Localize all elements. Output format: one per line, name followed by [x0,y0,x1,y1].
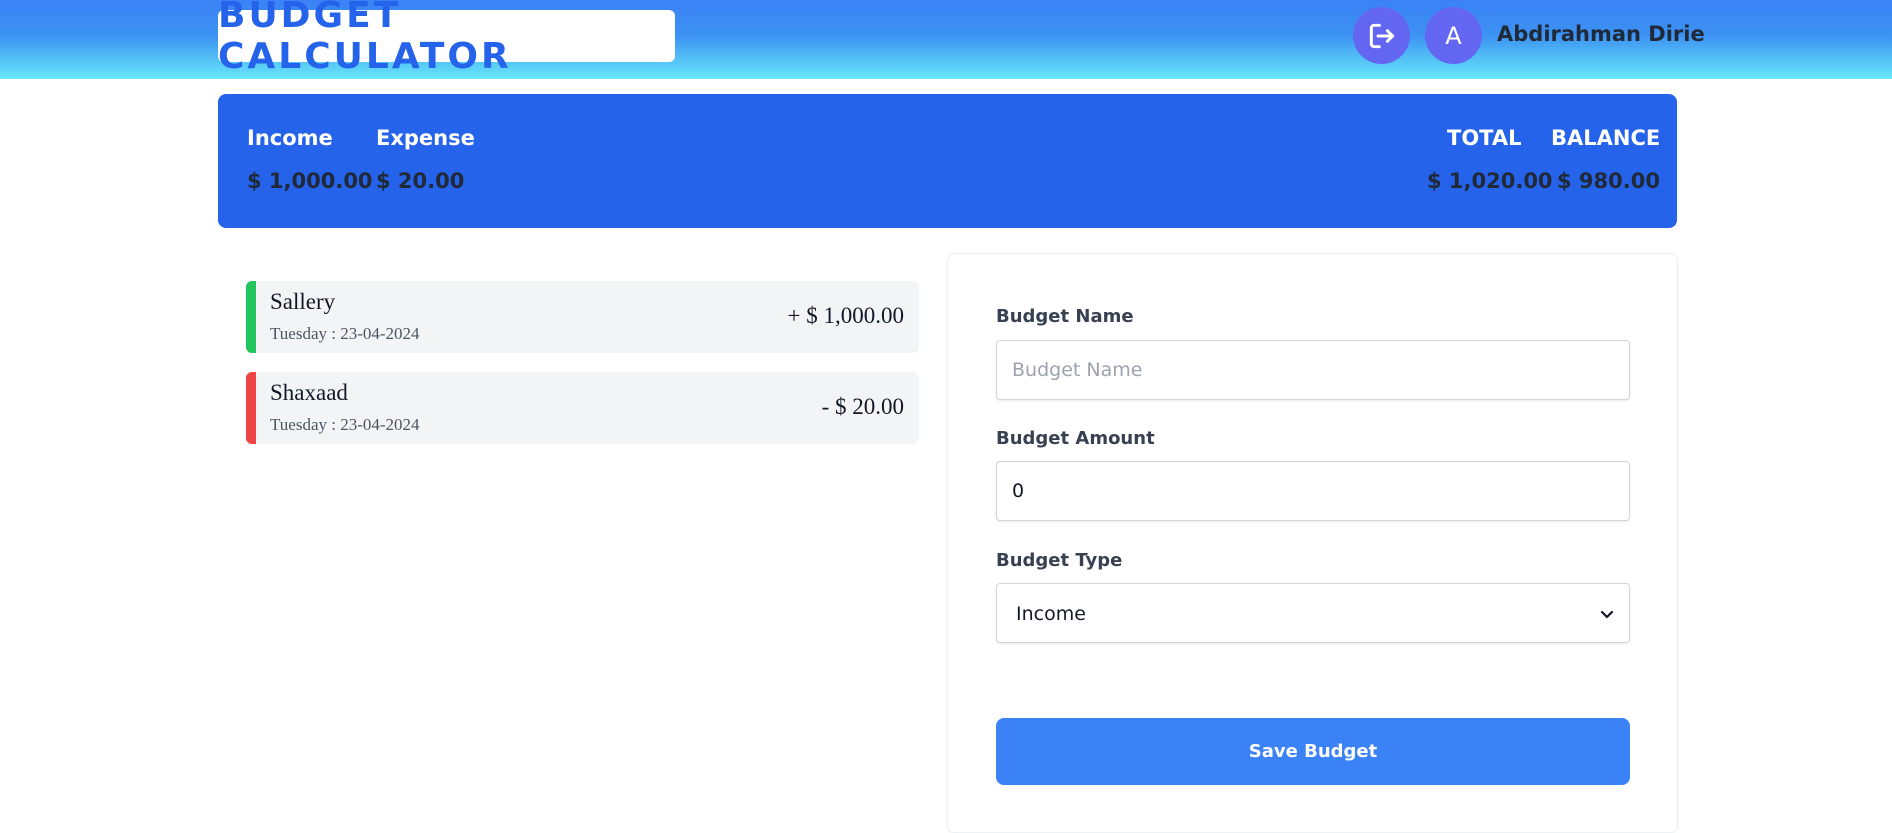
entry-name: Shaxaad [270,380,348,405]
entry-amount: + $ 1,000.00 [787,303,904,328]
top-bar: BUDGET CALCULATOR A Abdirahman Dirie [0,0,1892,79]
income-indicator [246,281,256,353]
logout-icon [1369,23,1394,48]
logo-text: BUDGET CALCULATOR [218,0,512,77]
budget-name-label: Budget Name [996,306,1134,327]
balance-value: $ 980.00 [1557,169,1660,193]
budget-form: Budget Name Budget Amount Budget Type In… [947,253,1678,833]
entry-list: Sallery Tuesday : 23-04-2024 + $ 1,000.0… [246,281,919,463]
total-value: $ 1,020.00 [1427,169,1553,193]
budget-amount-label: Budget Amount [996,428,1155,449]
entry-date: Tuesday : 23-04-2024 [270,324,420,343]
balance-label: BALANCE [1551,126,1661,150]
avatar[interactable]: A [1425,7,1482,64]
entry-date: Tuesday : 23-04-2024 [270,415,420,434]
budget-amount-input[interactable] [996,461,1630,521]
list-item[interactable]: Shaxaad Tuesday : 23-04-2024 - $ 20.00 [246,372,919,444]
budget-name-input[interactable] [996,340,1630,400]
budget-type-label: Budget Type [996,550,1123,571]
entry-amount: - $ 20.00 [821,394,904,419]
income-value: $ 1,000.00 [247,169,373,193]
expense-value: $ 20.00 [376,169,465,193]
summary-panel: Income $ 1,000.00 Expense $ 20.00 TOTAL … [218,94,1677,228]
list-item[interactable]: Sallery Tuesday : 23-04-2024 + $ 1,000.0… [246,281,919,353]
logout-button[interactable] [1353,7,1410,64]
chevron-down-icon [1600,610,1614,619]
income-label: Income [247,126,333,150]
expense-indicator [246,372,256,444]
budget-type-select[interactable]: Income [996,583,1630,643]
total-label: TOTAL [1447,126,1522,150]
budget-type-value: Income [1016,603,1086,625]
entry-name: Sallery [270,289,336,314]
save-budget-button[interactable]: Save Budget [996,718,1630,785]
expense-label: Expense [376,126,475,150]
logo: BUDGET CALCULATOR [218,0,675,77]
user-name: Abdirahman Dirie [1497,22,1705,46]
